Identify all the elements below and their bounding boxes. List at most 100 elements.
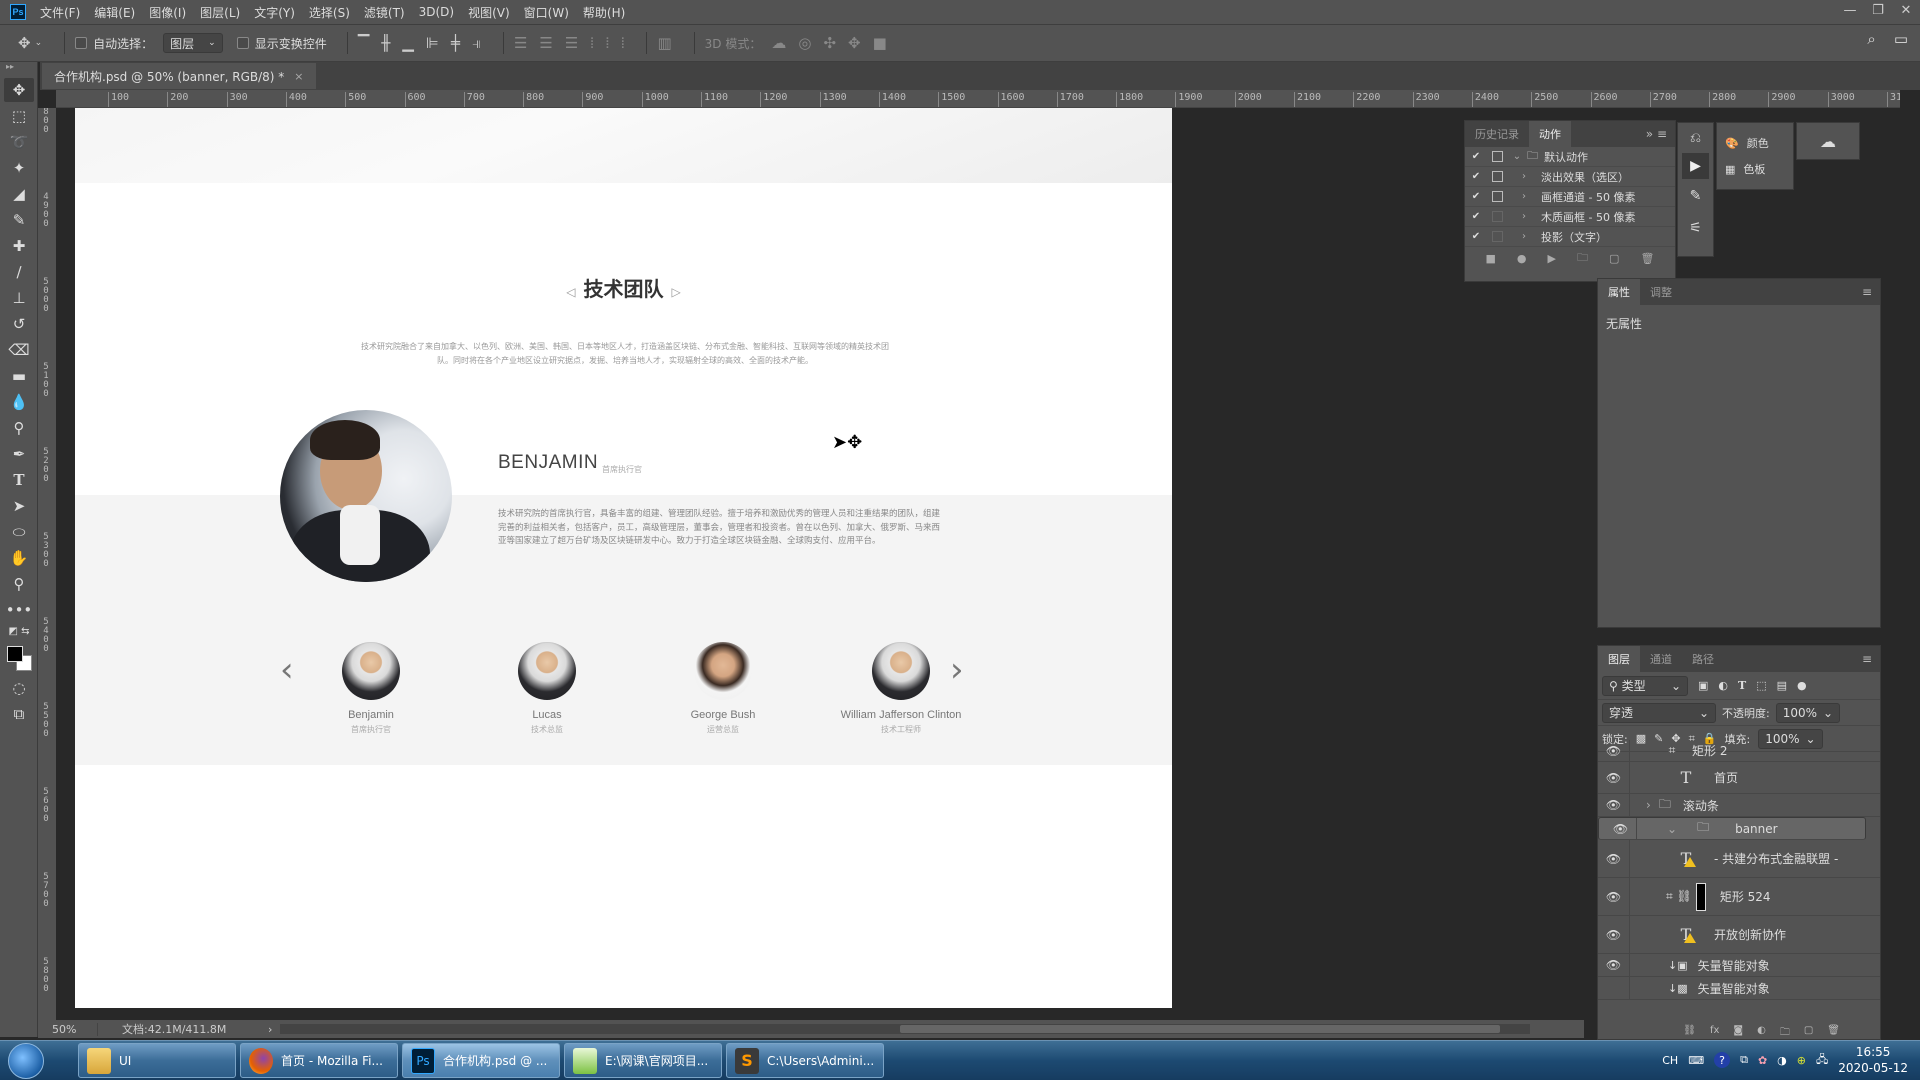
restore-button[interactable]: ❐ — [1864, 0, 1892, 20]
dialog-toggle-icon[interactable] — [1487, 190, 1507, 204]
menu-type[interactable]: 文字(Y) — [254, 4, 295, 21]
menu-file[interactable]: 文件(F) — [40, 4, 80, 21]
check-icon[interactable]: ✔ — [1465, 191, 1487, 202]
history-icon[interactable]: ⎌ — [1678, 123, 1713, 153]
taskbar-item[interactable]: S C:\Users\Admini... — [726, 1043, 884, 1078]
menu-layer[interactable]: 图层(L) — [200, 4, 240, 21]
keyboard-icon[interactable]: ⌨ — [1688, 1054, 1704, 1067]
move-tool-icon[interactable]: ✥ ⌄ — [18, 34, 42, 52]
check-icon[interactable]: ✔ — [1465, 231, 1487, 242]
menu-window[interactable]: 窗口(W) — [524, 4, 569, 21]
visibility-eye-icon[interactable]: 👁 — [1598, 916, 1630, 953]
show-hidden-icon[interactable]: ⧉ — [1740, 1053, 1748, 1067]
creative-cloud-icon[interactable]: ☁ — [1796, 122, 1860, 160]
filter-type-icon[interactable]: T — [1738, 679, 1746, 692]
zoom-level[interactable]: 50% — [38, 1022, 98, 1036]
blur-tool[interactable]: 💧 — [4, 390, 34, 414]
brush-tool[interactable]: ∕ — [4, 260, 34, 284]
chevron-right-icon[interactable]: › — [1507, 231, 1541, 242]
align-right-icon[interactable]: ⫣ — [472, 34, 481, 52]
tab-layers[interactable]: 图层 — [1598, 646, 1640, 672]
layer-row[interactable]: 👁 T 开放创新协作 — [1598, 916, 1880, 954]
menu-view[interactable]: 视图(V) — [468, 4, 510, 21]
distribute-vcenter-icon[interactable]: ☰ — [539, 34, 552, 52]
taskbar-item[interactable]: UI — [78, 1043, 236, 1078]
distribute-right-icon[interactable]: ⦙ — [621, 34, 624, 52]
adjustment-layer-icon[interactable]: ◐ — [1757, 1025, 1766, 1039]
tab-history[interactable]: 历史记录 — [1465, 121, 1529, 147]
zoom-tool[interactable]: ⚲ — [4, 572, 34, 596]
help-icon[interactable]: ? — [1714, 1052, 1731, 1068]
workspace-icon[interactable]: ▭ — [1894, 30, 1908, 48]
start-button[interactable] — [8, 1043, 44, 1079]
new-group-icon[interactable]: 🗀 — [1780, 1025, 1790, 1039]
brush-settings-icon[interactable]: ✎ — [1678, 179, 1713, 213]
delete-icon[interactable]: 🗑 — [1640, 252, 1654, 265]
distribute-bottom-icon[interactable]: ☰ — [565, 34, 578, 52]
layer-row[interactable]: 👁 T - 共建分布式金融联盟 - — [1598, 840, 1880, 878]
filter-kind-dropdown[interactable]: ⚲ 类型 ⌄ — [1602, 675, 1688, 696]
tab-channels[interactable]: 通道 — [1640, 646, 1682, 672]
new-set-icon[interactable]: 🗀 — [1577, 249, 1588, 268]
align-hcenter-icon[interactable]: ╪ — [451, 34, 460, 52]
flower-app-icon[interactable]: ✿ — [1758, 1054, 1767, 1067]
layer-row-selected[interactable]: 👁 ⌄ 🗀 banner — [1598, 817, 1866, 840]
visibility-eye-icon[interactable]: 👁 — [1598, 740, 1630, 761]
scrollbar-thumb[interactable] — [900, 1025, 1500, 1033]
taskbar-item-active[interactable]: Ps 合作机构.psd @ ... — [402, 1043, 560, 1078]
new-layer-icon[interactable]: ▢ — [1804, 1025, 1813, 1039]
layer-row[interactable]: 👁 T 首页 — [1598, 762, 1880, 794]
visibility-eye-icon[interactable]: 👁 — [1605, 818, 1637, 839]
actions-play-icon[interactable]: ▶ — [1682, 153, 1709, 179]
delete-layer-icon[interactable]: 🗑 — [1827, 1025, 1840, 1039]
filter-toggle[interactable]: ● — [1797, 679, 1807, 692]
align-bottom-icon[interactable]: ▁ — [402, 34, 414, 52]
layer-row[interactable]: 👁 ↓▣ 矢量智能对象 — [1598, 954, 1880, 977]
history-brush-tool[interactable]: ↺ — [4, 312, 34, 336]
taskbar-item[interactable]: E:\网课\官网项目... — [564, 1043, 722, 1078]
stop-icon[interactable]: ■ — [1486, 252, 1496, 265]
drag-3d-icon[interactable]: ✣ — [823, 34, 836, 52]
check-icon[interactable]: ✔ — [1465, 171, 1487, 182]
play-icon[interactable]: ▶ — [1548, 252, 1556, 265]
hand-tool[interactable]: ✋ — [4, 546, 34, 570]
clock[interactable]: 16:55 2020-05-12 — [1838, 1044, 1908, 1076]
swatches-panel-button[interactable]: ▦ 色板 — [1717, 151, 1793, 177]
healing-brush-tool[interactable]: ✚ — [4, 234, 34, 258]
filter-smart-icon[interactable]: ▤ — [1777, 679, 1787, 692]
menu-filter[interactable]: 滤镜(T) — [364, 4, 405, 21]
align-left-icon[interactable]: ⊫ — [426, 34, 439, 52]
orbit-3d-icon[interactable]: ☁ — [771, 34, 786, 52]
action-set-row[interactable]: ✔ ⌄ 🗀 默认动作 — [1465, 147, 1675, 167]
record-icon[interactable]: ● — [1517, 252, 1527, 265]
layer-row[interactable]: 👁 › 🗀 滚动条 — [1598, 794, 1880, 817]
opacity-input[interactable]: 100% ⌄ — [1775, 702, 1841, 723]
tab-properties[interactable]: 属性 — [1598, 279, 1640, 305]
search-icon[interactable]: ⌕ — [1867, 30, 1875, 48]
layer-row[interactable]: 👁 ⌗ 矩形 2 — [1598, 740, 1880, 762]
tab-adjustments[interactable]: 调整 — [1640, 279, 1682, 305]
chevron-right-icon[interactable]: › — [1507, 191, 1541, 202]
chevron-right-icon[interactable]: › — [1507, 211, 1541, 222]
member-card[interactable]: Lucas 技术总监 — [457, 642, 637, 735]
auto-select-dropdown[interactable]: 图层 ⌄ — [163, 33, 223, 53]
check-icon[interactable]: ✔ — [1465, 211, 1487, 222]
stamp-tool[interactable]: ⊥ — [4, 286, 34, 310]
menu-3d[interactable]: 3D(D) — [419, 5, 454, 19]
collapse-icon[interactable]: ▸▸ — [0, 62, 37, 76]
dialog-toggle-icon[interactable] — [1487, 210, 1507, 224]
auto-select-checkbox[interactable] — [75, 37, 88, 49]
close-button[interactable]: ✕ — [1892, 0, 1920, 20]
dodge-tool[interactable]: ⚲ — [4, 416, 34, 440]
show-transform-checkbox[interactable] — [236, 37, 249, 49]
action-row[interactable]: ✔ › 木质画框 - 50 像素 — [1465, 207, 1675, 227]
more-tools-icon[interactable]: ••• — [4, 598, 34, 622]
move-tool[interactable]: ✥ — [4, 78, 34, 102]
roll-3d-icon[interactable]: ◎ — [798, 34, 811, 52]
color-panel-button[interactable]: 🎨 颜色 — [1717, 123, 1793, 151]
fx-icon[interactable]: fx — [1710, 1025, 1719, 1039]
distribute-hcenter-icon[interactable]: ⦙ — [606, 34, 609, 52]
eyedropper-tool[interactable]: ✎ — [4, 208, 34, 232]
add-mask-icon[interactable]: ◙ — [1733, 1025, 1743, 1039]
tab-paths[interactable]: 路径 — [1682, 646, 1724, 672]
